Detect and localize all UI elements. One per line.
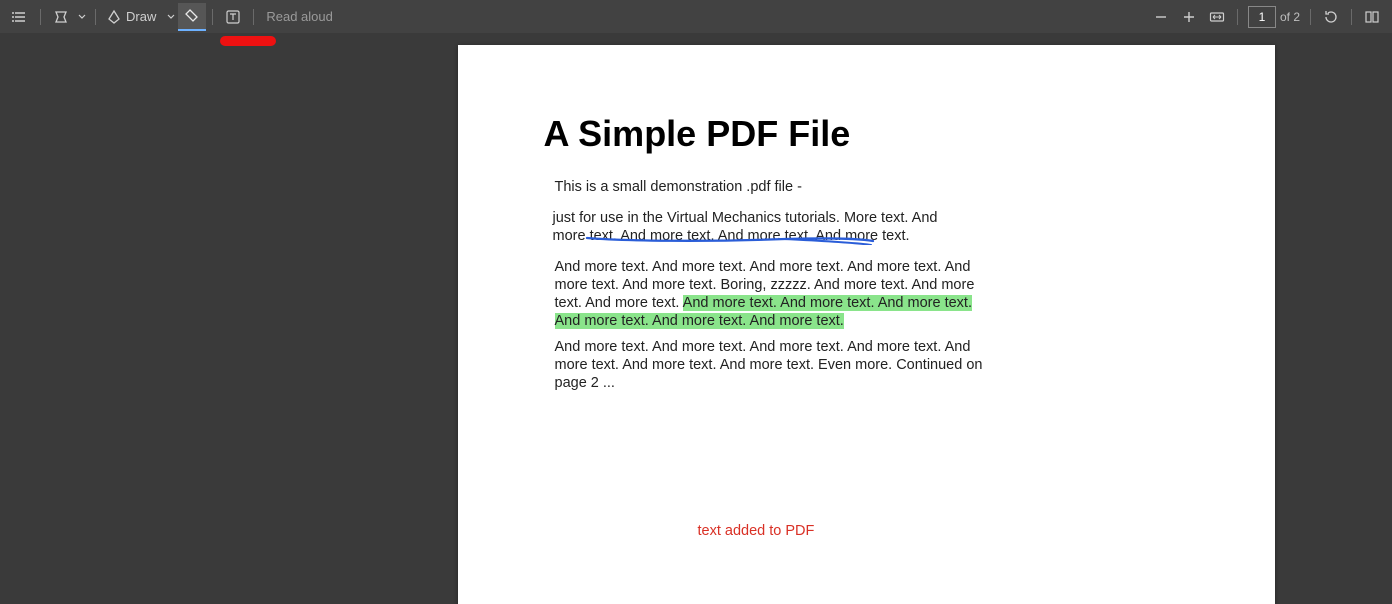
- highlight-button[interactable]: [47, 3, 75, 31]
- paragraph-2: just for use in the Virtual Mechanics tu…: [553, 209, 973, 245]
- separator: [40, 9, 41, 25]
- paragraph-1: This is a small demonstration .pdf file …: [555, 178, 985, 196]
- fit-width-icon: [1209, 9, 1225, 25]
- paragraph-3: And more text. And more text. And more t…: [555, 258, 985, 331]
- separator: [1351, 9, 1352, 25]
- separator: [212, 9, 213, 25]
- draw-label: Draw: [122, 9, 160, 24]
- pdf-toolbar: Draw Read aloud of 2: [0, 0, 1392, 33]
- separator: [253, 9, 254, 25]
- chevron-down-icon: [78, 13, 86, 21]
- list-icon: [12, 9, 28, 25]
- rotate-icon: [1323, 9, 1339, 25]
- page-number-input[interactable]: [1248, 6, 1276, 28]
- pdf-page: A Simple PDF File This is a small demons…: [458, 45, 1275, 604]
- highlighter-icon: [53, 9, 69, 25]
- rotate-button[interactable]: [1317, 3, 1345, 31]
- highlight-dropdown[interactable]: [75, 3, 89, 31]
- doc-title: A Simple PDF File: [544, 113, 851, 155]
- plus-icon: [1181, 9, 1197, 25]
- added-text-annotation[interactable]: text added to PDF: [698, 523, 815, 539]
- separator: [1310, 9, 1311, 25]
- separator: [1237, 9, 1238, 25]
- pen-icon: [106, 9, 122, 25]
- separator: [95, 9, 96, 25]
- eraser-icon: [184, 8, 200, 24]
- text-box-icon: [225, 9, 241, 25]
- zoom-in-button[interactable]: [1175, 3, 1203, 31]
- page-view-icon: [1364, 9, 1380, 25]
- read-aloud-button[interactable]: Read aloud: [260, 3, 339, 31]
- add-text-button[interactable]: [219, 3, 247, 31]
- paragraph-4: And more text. And more text. And more t…: [555, 338, 985, 392]
- read-aloud-label: Read aloud: [266, 9, 333, 24]
- contents-button[interactable]: [6, 3, 34, 31]
- minus-icon: [1153, 9, 1169, 25]
- zoom-out-button[interactable]: [1147, 3, 1175, 31]
- page-total-label: of 2: [1280, 10, 1304, 24]
- page-view-button[interactable]: [1358, 3, 1386, 31]
- draw-button[interactable]: Draw: [102, 3, 164, 31]
- pdf-viewport[interactable]: A Simple PDF File This is a small demons…: [0, 33, 1392, 604]
- erase-button[interactable]: [178, 3, 206, 31]
- draw-dropdown[interactable]: [164, 3, 178, 31]
- chevron-down-icon: [167, 13, 175, 21]
- fit-width-button[interactable]: [1203, 3, 1231, 31]
